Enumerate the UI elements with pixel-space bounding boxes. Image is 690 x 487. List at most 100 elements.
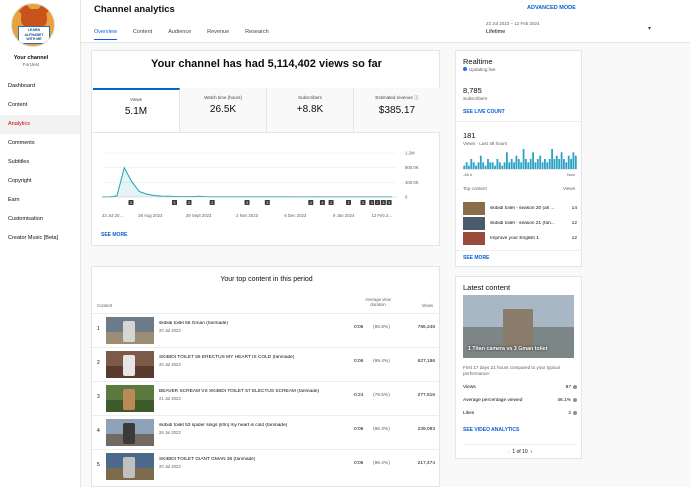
sidebar-item-subtitles[interactable]: Subtitles — [0, 153, 80, 172]
realtime-bar — [534, 162, 537, 169]
table-row[interactable]: 2 SKIBIDI TOILET 55 ERECTUS MY HEART IS … — [92, 347, 441, 380]
analytics-tabs: Overview Content Audience Revenue Resear… — [94, 29, 269, 40]
chevron-right-icon[interactable]: › — [530, 449, 532, 455]
sidebar-item-content[interactable]: Content — [0, 96, 80, 115]
publish-marker-label: 2 — [377, 201, 379, 205]
see-live-count-link[interactable]: SEE LIVE COUNT — [463, 109, 505, 115]
video-thumbnail[interactable] — [463, 202, 485, 215]
realtime-bar — [513, 162, 515, 169]
sidebar-item-customisation[interactable]: Customisation — [0, 210, 80, 229]
realtime-bar — [553, 159, 556, 169]
list-item[interactable]: skibidi toilet - season 21 (fan... 12 — [463, 217, 577, 231]
table-row[interactable]: 3 BEAVER SCREAM VS SKIBIDI TOILET 57 ELE… — [92, 381, 441, 414]
sidebar-item-earn[interactable]: Earn — [0, 191, 80, 210]
metric-watch-time[interactable]: Watch time (hours) 26.5K — [180, 88, 267, 132]
video-thumbnail[interactable] — [106, 351, 154, 378]
realtime-bar — [527, 162, 530, 169]
page-title: Channel analytics — [94, 4, 175, 15]
realtime-bar — [567, 155, 570, 169]
realtime-views-bar-chart[interactable] — [463, 148, 577, 170]
analytics-header: Channel analytics ADVANCED MODE Overview… — [81, 0, 690, 43]
metric-tabs: Views 5.1M Watch time (hours) 26.5K Subs… — [93, 88, 440, 133]
realtime-bar — [510, 159, 513, 169]
sidebar-item-creator-music[interactable]: Creator Music [Beta] — [0, 229, 80, 248]
video-thumbnail[interactable] — [106, 419, 154, 446]
realtime-bar — [555, 155, 558, 169]
info-icon[interactable] — [573, 411, 577, 415]
table-row[interactable]: 1 skibidi toilet 56 Gman (fanmade) 20 Ju… — [92, 313, 441, 346]
see-video-analytics-link[interactable]: SEE VIDEO ANALYTICS — [463, 427, 519, 433]
realtime-bar — [515, 155, 518, 169]
realtime-bar — [501, 165, 504, 169]
realtime-title: Realtime — [463, 57, 493, 66]
latest-content-title: Latest content — [463, 283, 511, 292]
video-thumbnail[interactable] — [463, 217, 485, 230]
tab-audience[interactable]: Audience — [168, 29, 191, 40]
info-icon[interactable]: ⓘ — [414, 95, 419, 100]
col-views-header: Views — [421, 303, 433, 308]
list-item[interactable]: skibidi toilet - season 20 (all ... 14 — [463, 202, 577, 216]
publish-marker-label: 3 — [388, 201, 390, 205]
realtime-bar — [572, 152, 575, 169]
table-row[interactable]: 5 SKIBIDI TOILET GIANT GMAN 36 (fanmade)… — [92, 449, 441, 482]
metric-subscribers[interactable]: Subscribers +8.8K — [267, 88, 354, 132]
x-tick-label: 23 Jul 20... — [102, 213, 123, 218]
latest-video-thumbnail[interactable]: 1 Titan camera vs 3 Gman toilet — [463, 295, 574, 358]
channel-avatar[interactable]: LEARN ALPHABET WITH ME — [11, 3, 55, 47]
metric-views[interactable]: Views 5.1M — [93, 88, 180, 132]
tab-revenue[interactable]: Revenue — [207, 29, 229, 40]
table-row[interactable]: 4 skibidi toilet 53 spider sings [sfm] m… — [92, 415, 441, 448]
publish-marker-label: 2 — [211, 201, 213, 205]
sidebar-item-comments[interactable]: Comments — [0, 134, 80, 153]
sidebar-item-analytics[interactable]: Analytics — [0, 115, 80, 134]
top-content-title: Your top content in this period — [220, 276, 313, 283]
list-item[interactable]: Improve your English 1 12 — [463, 232, 577, 246]
sidebar-item-dashboard[interactable]: Dashboard — [0, 77, 80, 96]
realtime-bar — [551, 149, 553, 169]
info-icon[interactable] — [573, 398, 577, 402]
realtime-bar — [570, 159, 572, 169]
realtime-bar — [529, 159, 532, 169]
advanced-mode-link[interactable]: ADVANCED MODE — [527, 5, 576, 11]
latest-likes-row: Likes 2 — [463, 411, 577, 421]
video-thumbnail[interactable] — [463, 232, 485, 245]
info-icon[interactable] — [573, 385, 577, 389]
tab-overview[interactable]: Overview — [94, 29, 117, 40]
x-tick-label: 26 Aug 2023 — [138, 213, 163, 218]
y-tick-label: 1.2M — [405, 151, 415, 156]
live-dot-icon — [463, 67, 467, 71]
views-col-label: Views — [562, 186, 575, 191]
realtime-bar — [494, 165, 496, 169]
realtime-bar — [475, 165, 477, 169]
latest-views-row: Views 87 — [463, 385, 577, 395]
realtime-bar — [506, 152, 508, 169]
overview-see-more-link[interactable]: SEE MORE — [101, 232, 127, 238]
top-content-label: Top content — [463, 186, 487, 191]
realtime-bar — [508, 162, 511, 169]
publish-marker-label: 2 — [348, 201, 350, 205]
realtime-bar — [463, 165, 466, 169]
latest-video-caption: 1 Titan camera vs 3 Gman toilet — [468, 346, 548, 352]
realtime-subscribers-value: 8,785 — [463, 86, 482, 95]
x-tick-label: 29 Sept 2023 — [186, 213, 212, 218]
metric-revenue[interactable]: Estimated revenue ⓘ $385.17 — [354, 88, 440, 132]
realtime-bar — [503, 162, 506, 169]
realtime-bar — [487, 159, 489, 169]
video-thumbnail[interactable] — [106, 385, 154, 412]
sidebar-item-copyright[interactable]: Copyright — [0, 172, 80, 191]
date-range[interactable]: 23 Jul 2023 – 12 Feb 2024 — [486, 21, 540, 26]
views-chart[interactable]: 0400.0K800.0K1.2M3 2 3 2 3 3 4 4 2 2 3 3 2 3 323 Jul 2… — [92, 136, 441, 231]
realtime-bar — [532, 152, 534, 169]
tab-content[interactable]: Content — [133, 29, 152, 40]
realtime-bar — [563, 159, 565, 169]
video-thumbnail[interactable] — [106, 453, 154, 480]
publish-marker-label: 3 — [266, 201, 268, 205]
tab-research[interactable]: Research — [245, 29, 269, 40]
chevron-left-icon[interactable]: ‹ — [508, 449, 510, 455]
realtime-bar — [544, 159, 546, 169]
date-range-value[interactable]: Lifetime — [486, 29, 505, 35]
chevron-down-icon[interactable]: ▾ — [648, 25, 651, 32]
publish-marker-label: 3 — [382, 201, 384, 205]
video-thumbnail[interactable] — [106, 317, 154, 344]
realtime-see-more-link[interactable]: SEE MORE — [463, 255, 489, 261]
